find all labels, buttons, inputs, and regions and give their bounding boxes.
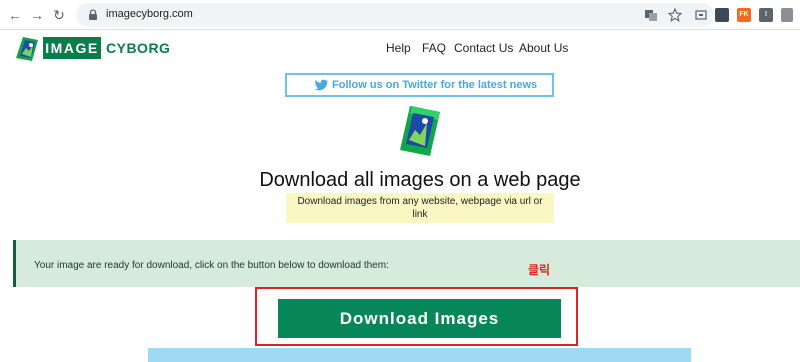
site-header: IMAGE CYBORG Help FAQ Contact Us About U… (0, 31, 800, 67)
forward-arrow-icon[interactable]: → (28, 6, 46, 24)
nav-help-link[interactable]: Help (386, 40, 411, 56)
ad-banner-strip (148, 348, 691, 362)
grammar-extension-icon[interactable] (715, 8, 729, 22)
translate-icon[interactable] (644, 8, 658, 22)
alert-message: Your image are ready for download, click… (34, 260, 389, 271)
page-subtitle: Download images from any website, webpag… (286, 193, 554, 223)
twitter-banner-text: Follow us on Twitter for the latest news (332, 79, 538, 91)
shield-extension-icon[interactable] (781, 8, 793, 22)
fk-extension-icon[interactable]: FK (737, 8, 751, 22)
bookmark-star-icon[interactable] (668, 8, 682, 22)
nav-contact-link[interactable]: Contact Us (454, 40, 513, 56)
back-arrow-icon[interactable]: ← (6, 6, 24, 24)
page-title: Download all images on a web page (259, 169, 581, 191)
browser-toolbar: ← → ↻ imagecyborg.com FK ! (0, 0, 800, 30)
twitter-follow-banner[interactable]: Follow us on Twitter for the latest news (285, 73, 554, 97)
lock-icon (89, 9, 97, 20)
logo-mark-icon[interactable] (14, 36, 40, 62)
success-alert: Your image are ready for download, click… (13, 240, 800, 287)
nav-about-link[interactable]: About Us (519, 40, 568, 56)
logo-image-text[interactable]: IMAGE (43, 37, 101, 59)
cast-icon[interactable] (694, 8, 708, 22)
url-text: imagecyborg.com (106, 8, 193, 20)
download-images-button[interactable]: Download Images (278, 299, 561, 338)
nav-faq-link[interactable]: FAQ (422, 40, 446, 56)
reload-icon[interactable]: ↻ (50, 6, 68, 24)
info-extension-icon[interactable]: ! (759, 8, 773, 22)
click-annotation: 클릭 (528, 263, 551, 277)
app-logo-icon (400, 106, 440, 156)
twitter-bird-icon (314, 79, 328, 91)
logo-cyborg-text[interactable]: CYBORG (106, 37, 170, 59)
address-bar[interactable]: imagecyborg.com (76, 3, 714, 27)
